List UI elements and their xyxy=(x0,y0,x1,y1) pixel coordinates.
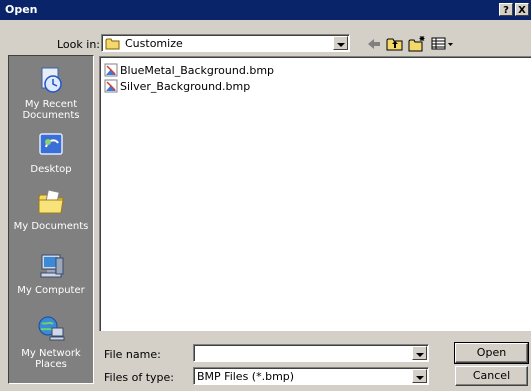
file-item[interactable]: Silver_Background.bmp xyxy=(104,79,250,95)
desktop-icon xyxy=(39,133,63,155)
window-title: Open xyxy=(5,3,38,16)
look-in-dropdown-button[interactable] xyxy=(333,36,348,50)
new-folder-button[interactable] xyxy=(407,35,427,53)
file-name-input[interactable] xyxy=(196,346,408,360)
title-bar[interactable]: Open ? X xyxy=(0,0,531,20)
place-desktop[interactable]: Desktop xyxy=(9,131,93,175)
place-label: Desktop xyxy=(30,164,72,175)
file-type-combo[interactable]: BMP Files (*.bmp) xyxy=(193,367,429,385)
cancel-button[interactable]: Cancel xyxy=(455,366,528,386)
place-recent-documents[interactable]: My Recent Documents xyxy=(9,66,93,121)
place-label: My Documents xyxy=(13,221,89,232)
look-in-combo[interactable]: Customize xyxy=(101,34,350,52)
folder-icon xyxy=(105,38,120,50)
open-button[interactable]: Open xyxy=(454,342,529,364)
look-in-value: Customize xyxy=(125,37,183,50)
view-menu-button[interactable] xyxy=(430,35,456,53)
file-type-dropdown-button[interactable] xyxy=(412,369,427,383)
place-label: My Computer xyxy=(17,285,85,296)
view-menu-icon xyxy=(431,37,453,50)
place-my-computer[interactable]: My Computer xyxy=(9,252,93,296)
file-name-combo[interactable] xyxy=(193,344,429,362)
back-button[interactable] xyxy=(364,35,384,53)
file-name: BlueMetal_Background.bmp xyxy=(120,64,275,77)
bitmap-file-icon xyxy=(104,79,118,93)
place-label: My Network Places xyxy=(21,348,81,370)
new-folder-icon xyxy=(408,36,425,52)
up-one-level-button[interactable] xyxy=(385,35,405,53)
place-label: My Recent Documents xyxy=(22,99,80,121)
place-my-documents[interactable]: My Documents xyxy=(9,188,93,232)
my-computer-icon xyxy=(40,254,64,278)
file-name-dropdown-button[interactable] xyxy=(412,346,427,360)
file-type-label: Files of type: xyxy=(104,371,175,384)
file-item[interactable]: BlueMetal_Background.bmp xyxy=(104,63,274,79)
place-network-places[interactable]: My Network Places xyxy=(9,315,93,370)
help-button[interactable]: ? xyxy=(499,3,513,16)
close-button[interactable]: X xyxy=(515,3,529,16)
look-in-label: Look in: xyxy=(57,38,100,51)
file-name: Silver_Background.bmp xyxy=(120,80,251,93)
file-name-label: File name: xyxy=(104,348,161,361)
network-places-icon xyxy=(38,316,65,341)
file-list[interactable]: BlueMetal_Background.bmp Silver_Backgrou… xyxy=(99,56,531,331)
recent-documents-icon xyxy=(41,67,62,93)
back-arrow-icon xyxy=(368,39,380,49)
places-bar: My Recent Documents Desktop My Documents… xyxy=(8,55,94,384)
my-documents-icon xyxy=(38,189,64,214)
up-one-level-icon xyxy=(386,38,403,51)
bitmap-file-icon xyxy=(104,63,118,77)
file-type-value: BMP Files (*.bmp) xyxy=(197,370,295,383)
